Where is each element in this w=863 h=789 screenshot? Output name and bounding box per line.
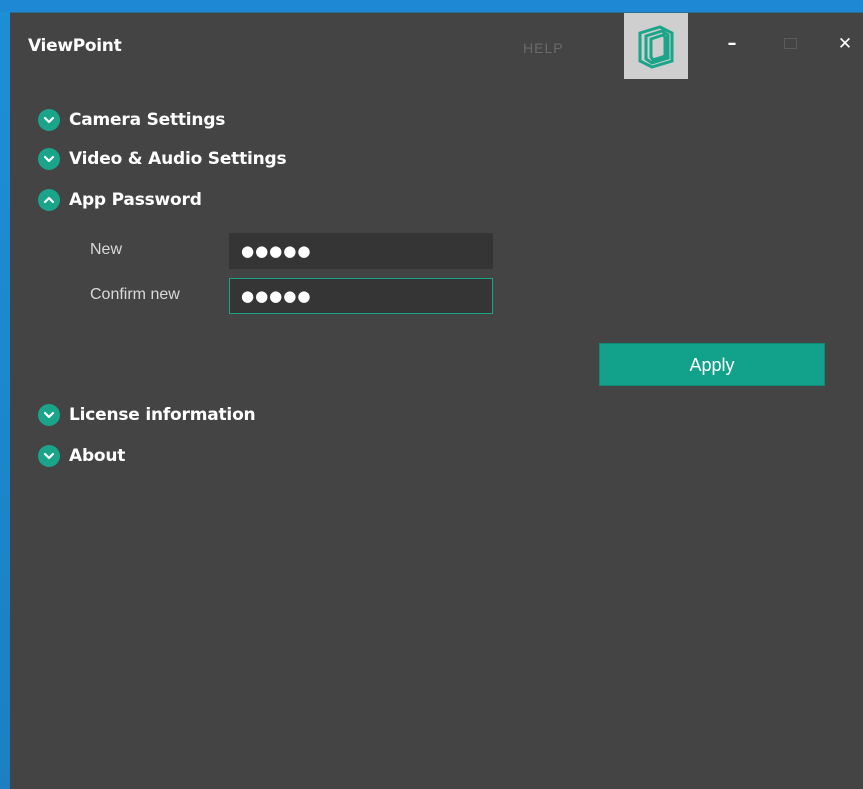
settings-window: ViewPoint HELP – ✕ Camera Settings Video… <box>10 12 863 789</box>
apply-button[interactable]: Apply <box>599 343 825 386</box>
minimize-button[interactable]: – <box>717 29 747 59</box>
help-link[interactable]: HELP <box>523 40 564 56</box>
viewpoint-logo-icon <box>624 13 688 79</box>
confirm-password-label: Confirm new <box>90 286 180 303</box>
chevron-down-icon <box>38 109 60 131</box>
window-title: ViewPoint <box>28 36 122 56</box>
maximize-button[interactable] <box>775 29 805 59</box>
section-video-audio-settings[interactable]: Video & Audio Settings <box>38 146 287 172</box>
new-password-field[interactable]: ●●●●● <box>229 233 493 269</box>
section-about[interactable]: About <box>38 443 125 469</box>
chevron-up-icon <box>38 189 60 211</box>
chevron-down-icon <box>38 148 60 170</box>
section-license-information[interactable]: License information <box>38 402 256 428</box>
new-password-label: New <box>90 241 123 258</box>
section-label: License information <box>69 405 256 425</box>
section-label: Camera Settings <box>69 110 226 130</box>
confirm-password-field[interactable]: ●●●●● <box>229 278 493 314</box>
section-label: About <box>69 446 126 466</box>
maximize-icon <box>783 38 797 49</box>
section-label: Video & Audio Settings <box>69 149 287 169</box>
desktop-top-edge <box>0 0 863 12</box>
section-app-password[interactable]: App Password <box>38 187 202 213</box>
chevron-down-icon <box>38 445 60 467</box>
section-camera-settings[interactable]: Camera Settings <box>38 107 225 133</box>
close-button[interactable]: ✕ <box>830 29 860 59</box>
section-label: App Password <box>69 190 202 210</box>
chevron-down-icon <box>38 404 60 426</box>
